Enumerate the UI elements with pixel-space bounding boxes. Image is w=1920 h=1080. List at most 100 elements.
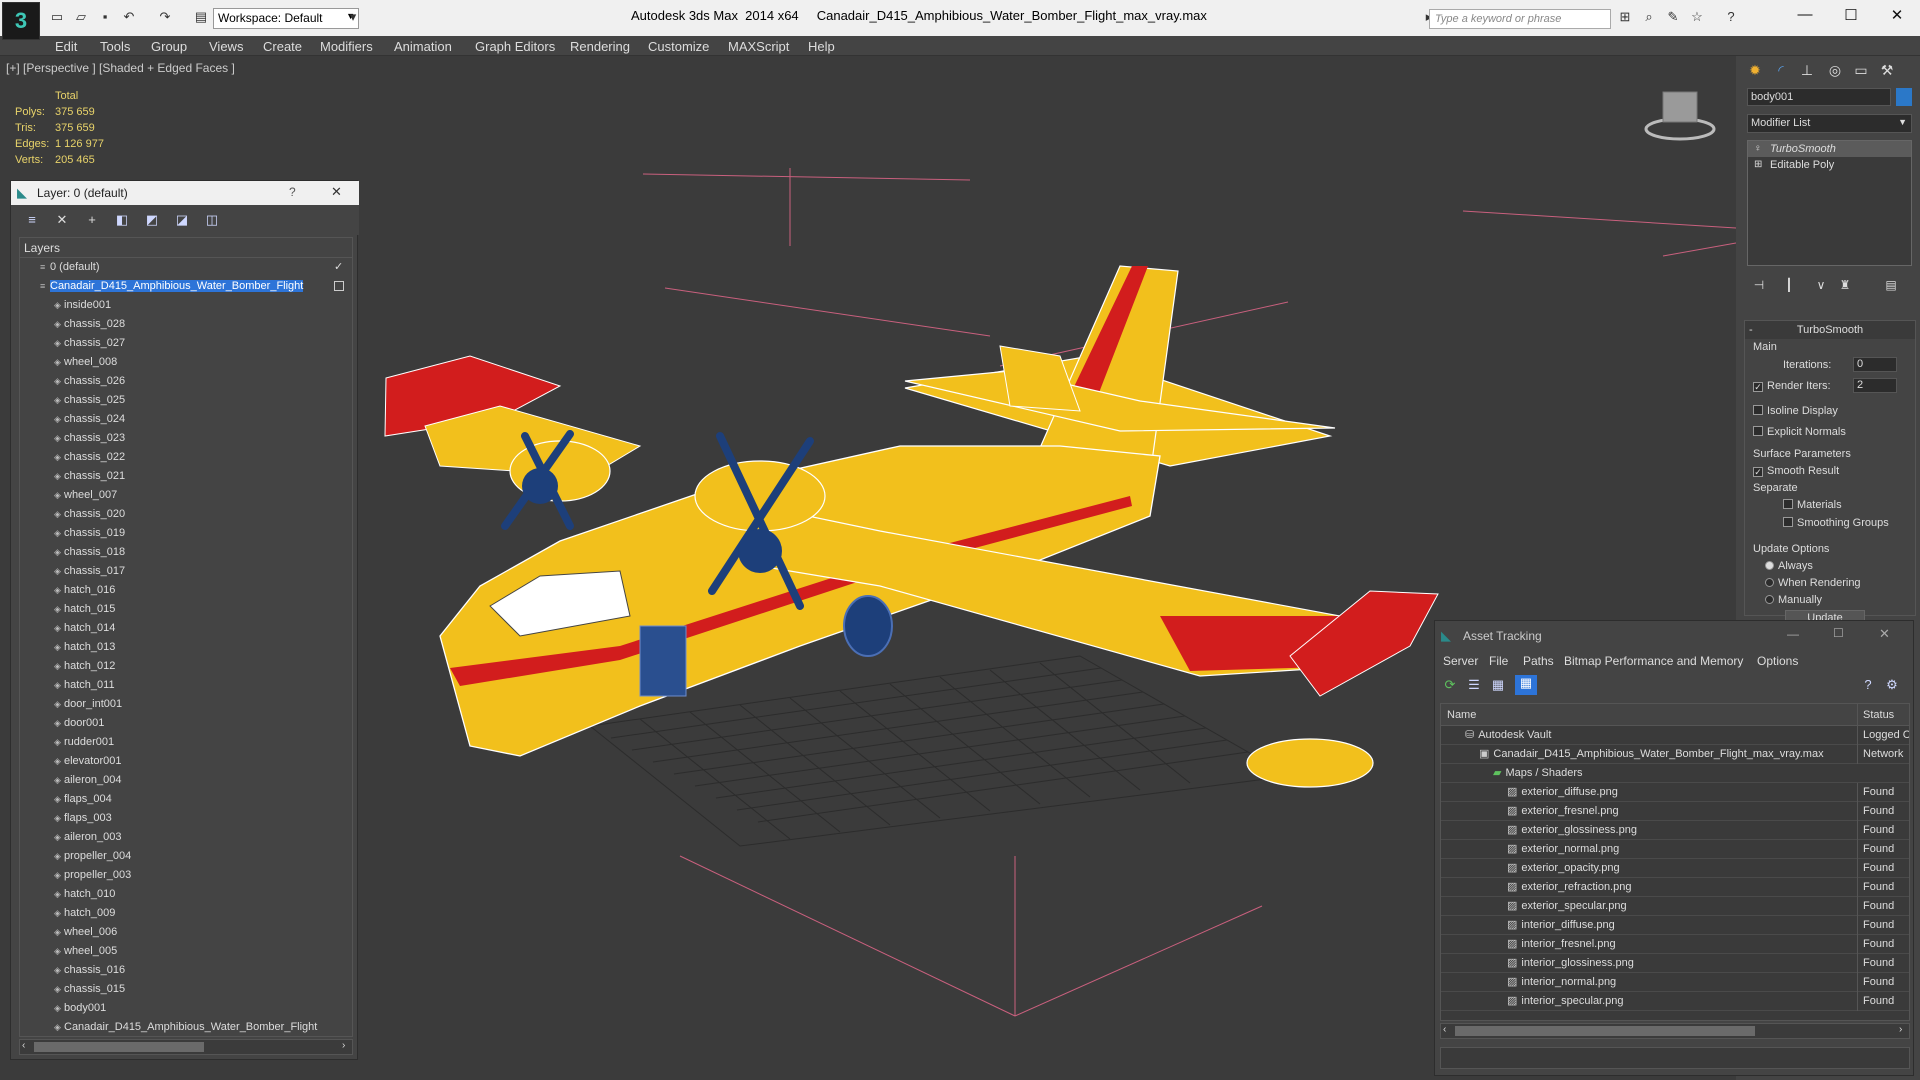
expand-plus-icon[interactable]: ⊞ <box>1754 157 1762 173</box>
select-objects-icon[interactable]: ◧ <box>113 212 131 228</box>
new-file-icon[interactable]: ▭ <box>48 9 66 25</box>
hide-all-icon[interactable]: ◪ <box>173 212 191 228</box>
layer-object-row[interactable]: ◈ hatch_012 <box>20 657 352 676</box>
stack-item-editable-poly[interactable]: ⊞ Editable Poly <box>1748 157 1911 173</box>
maximize-icon[interactable]: ☐ <box>1836 6 1866 24</box>
layer-object-row[interactable]: ◈ aileron_004 <box>20 771 352 790</box>
close-icon[interactable]: ✕ <box>331 184 342 200</box>
col-status-header[interactable]: Status <box>1857 704 1909 726</box>
close-icon[interactable]: ✕ <box>1879 626 1890 642</box>
refresh-icon[interactable]: ⟳ <box>1441 677 1459 693</box>
undo-icon[interactable]: ↶ <box>120 9 138 25</box>
search-input[interactable]: Type a keyword or phrase <box>1429 9 1611 29</box>
isoline-checkbox[interactable]: Isoline Display <box>1753 405 1838 417</box>
asset-menu-server[interactable]: Server <box>1443 654 1478 668</box>
object-name-field[interactable]: body001 <box>1747 88 1891 106</box>
layer-object-row[interactable]: ◈ inside001 <box>20 296 352 315</box>
maximize-icon[interactable]: ☐ <box>1833 626 1844 640</box>
asset-row[interactable]: ▨ exterior_refraction.png Found <box>1441 878 1909 897</box>
layer-object-row[interactable]: ◈ hatch_015 <box>20 600 352 619</box>
layer-object-row[interactable]: ◈ propeller_004 <box>20 847 352 866</box>
layer-object-row[interactable]: ◈ chassis_025 <box>20 391 352 410</box>
viewport-label[interactable]: [+] [Perspective ] [Shaded + Edged Faces… <box>6 61 235 75</box>
scroll-left-icon[interactable]: ‹ <box>1443 1024 1446 1035</box>
subscription-icon[interactable]: ✎ <box>1664 9 1682 25</box>
layer-object-row[interactable]: ◈ hatch_011 <box>20 676 352 695</box>
asset-path-field[interactable] <box>1440 1047 1910 1069</box>
layer-window-titlebar[interactable]: ◣ Layer: 0 (default) ? ✕ <box>11 181 359 205</box>
menu-views[interactable]: Views <box>209 39 243 54</box>
asset-row[interactable]: ▨ exterior_diffuse.png Found <box>1441 783 1909 802</box>
layer-object-row[interactable]: ◈ chassis_022 <box>20 448 352 467</box>
layer-object-row[interactable]: ◈ hatch_009 <box>20 904 352 923</box>
layer-object-row[interactable]: ◈ elevator001 <box>20 752 352 771</box>
hierarchy-tab-icon[interactable]: ⊥ <box>1796 59 1818 81</box>
asset-menu-options[interactable]: Options <box>1757 654 1798 668</box>
horizontal-scrollbar[interactable]: ‹ › <box>19 1039 353 1055</box>
stack-item-turbosmooth[interactable]: ♀ TurboSmooth <box>1748 141 1911 157</box>
scroll-left-icon[interactable]: ‹ <box>22 1040 25 1051</box>
list-view-icon[interactable]: ☰ <box>1465 677 1483 693</box>
workspace-menu-icon[interactable]: ▾ <box>344 9 362 25</box>
scrollbar-thumb[interactable] <box>1455 1026 1755 1036</box>
asset-menu-paths[interactable]: Paths <box>1523 654 1554 668</box>
redo-icon[interactable]: ↷ <box>156 9 174 25</box>
help-icon[interactable]: ? <box>1859 677 1877 693</box>
menu-tools[interactable]: Tools <box>100 39 130 54</box>
layer-row-canadair[interactable]: ≡ Canadair_D415_Amphibious_Water_Bomber_F… <box>20 277 352 296</box>
asset-row[interactable]: ▨ interior_glossiness.png Found <box>1441 954 1909 973</box>
view-cube[interactable] <box>1644 91 1716 141</box>
layer-object-row[interactable]: ◈ chassis_023 <box>20 429 352 448</box>
menu-rendering[interactable]: Rendering <box>570 39 630 54</box>
minimize-icon[interactable]: — <box>1790 6 1820 23</box>
table-view-icon[interactable]: ▦ <box>1515 675 1537 695</box>
asset-row[interactable]: ▨ exterior_specular.png Found <box>1441 897 1909 916</box>
favorites-star-icon[interactable]: ☆ <box>1688 9 1706 25</box>
smooth-result-checkbox[interactable]: ✓ Smooth Result <box>1753 465 1839 477</box>
layer-object-row[interactable]: ◈ propeller_003 <box>20 866 352 885</box>
layer-object-row[interactable]: ◈ wheel_008 <box>20 353 352 372</box>
layer-object-row[interactable]: ◈ chassis_019 <box>20 524 352 543</box>
asset-row[interactable]: ▨ interior_fresnel.png Found <box>1441 935 1909 954</box>
layer-list-header[interactable]: Layers <box>20 238 352 258</box>
menu-group[interactable]: Group <box>151 39 187 54</box>
layer-object-row[interactable]: ◈ chassis_016 <box>20 961 352 980</box>
menu-modifiers[interactable]: Modifiers <box>320 39 373 54</box>
asset-window-titlebar[interactable]: ◣ Asset Tracking — ☐ ✕ <box>1435 621 1913 651</box>
layer-object-row[interactable]: ◈ hatch_014 <box>20 619 352 638</box>
thumbnail-view-icon[interactable]: ▦ <box>1489 677 1507 693</box>
render-iters-spinner[interactable]: 2 <box>1853 378 1897 393</box>
layer-object-row[interactable]: ◈ hatch_013 <box>20 638 352 657</box>
create-layer-icon[interactable]: ≡ <box>23 212 41 228</box>
layer-object-row[interactable]: ◈ flaps_004 <box>20 790 352 809</box>
layer-object-row[interactable]: ◈ chassis_024 <box>20 410 352 429</box>
rollout-title[interactable]: - TurboSmooth <box>1745 321 1915 339</box>
binoculars-icon[interactable]: ⊞ <box>1616 9 1634 25</box>
layer-object-row[interactable]: ◈ chassis_027 <box>20 334 352 353</box>
layer-object-row[interactable]: ◈ hatch_010 <box>20 885 352 904</box>
asset-table[interactable]: Name Status ⛁ Autodesk Vault Logged C ▣ Cana… <box>1440 703 1910 1021</box>
amphibious-plane-model[interactable] <box>384 265 1439 788</box>
freeze-all-icon[interactable]: ◫ <box>203 212 221 228</box>
smoothing-groups-checkbox[interactable]: Smoothing Groups <box>1783 517 1889 529</box>
layer-object-row[interactable]: ◈ door_int001 <box>20 695 352 714</box>
asset-row[interactable]: ▨ exterior_glossiness.png Found <box>1441 821 1909 840</box>
layer-list[interactable]: Layers ≡ 0 (default) ✓ ≡ Canadair_D415_Amp… <box>19 237 353 1037</box>
always-radio[interactable]: Always <box>1765 560 1813 572</box>
asset-row[interactable]: ▨ exterior_fresnel.png Found <box>1441 802 1909 821</box>
asset-row[interactable]: ▨ interior_normal.png Found <box>1441 973 1909 992</box>
open-file-icon[interactable]: ▱ <box>72 9 90 25</box>
menu-maxscript[interactable]: MAXScript <box>728 39 789 54</box>
asset-row[interactable]: ▨ exterior_opacity.png Found <box>1441 859 1909 878</box>
asset-row[interactable]: ⛁ Autodesk Vault Logged C <box>1441 726 1909 745</box>
object-color-swatch[interactable] <box>1896 88 1912 106</box>
layer-object-row[interactable]: ◈ chassis_026 <box>20 372 352 391</box>
col-name-header[interactable]: Name <box>1441 709 1476 721</box>
highlight-layer-icon[interactable]: ◩ <box>143 212 161 228</box>
layer-object-row[interactable]: ◈ wheel_006 <box>20 923 352 942</box>
motion-tab-icon[interactable]: ◎ <box>1824 59 1846 81</box>
layer-object-row[interactable]: ◈ wheel_007 <box>20 486 352 505</box>
minimize-icon[interactable]: — <box>1787 627 1799 641</box>
asset-row[interactable]: ▰ Maps / Shaders <box>1441 764 1909 783</box>
layer-object-row[interactable]: ◈ chassis_021 <box>20 467 352 486</box>
